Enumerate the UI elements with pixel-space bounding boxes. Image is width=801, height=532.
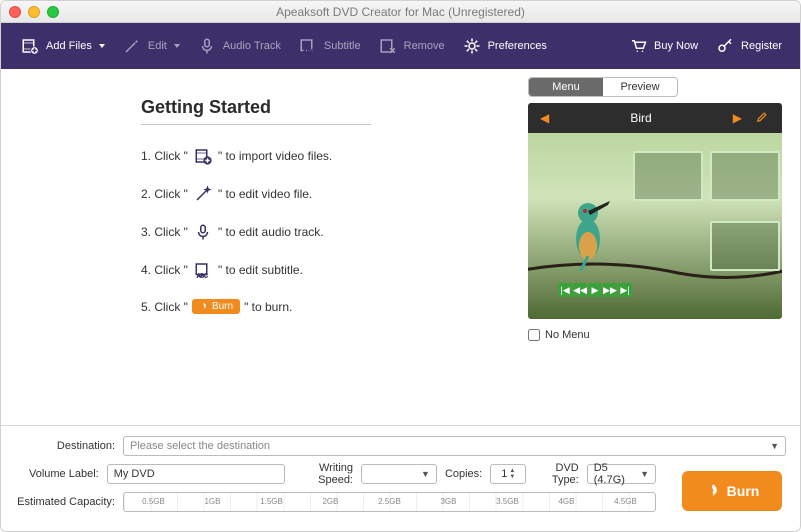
- filmstrip-add-icon: [19, 37, 41, 55]
- add-files-button[interactable]: Add Files: [11, 31, 113, 61]
- burn-button-label: Burn: [727, 483, 760, 499]
- audio-track-label: Audio Track: [223, 40, 281, 52]
- tab-menu[interactable]: Menu: [529, 78, 603, 96]
- filmstrip-remove-icon: [377, 37, 399, 55]
- volume-label-value: My DVD: [114, 468, 155, 480]
- burn-pill-icon: Burn: [192, 299, 240, 314]
- menu-thumb-2: [710, 151, 780, 201]
- burn-button[interactable]: Burn: [682, 471, 782, 511]
- filmstrip-add-icon: [192, 147, 214, 165]
- magic-wand-icon: [192, 185, 214, 203]
- microphone-icon: [192, 223, 214, 241]
- titlebar: Apeaksoft DVD Creator for Mac (Unregiste…: [1, 1, 800, 23]
- chevron-down-icon: ▼: [770, 441, 779, 451]
- volume-label-label: Volume Label:: [15, 468, 99, 480]
- subtitle-icon: ABC: [297, 37, 319, 55]
- spinner-icon[interactable]: ▲▼: [509, 468, 515, 480]
- tab-preview[interactable]: Preview: [603, 78, 677, 96]
- remove-button[interactable]: Remove: [369, 31, 453, 61]
- key-icon: [714, 37, 736, 55]
- remove-label: Remove: [404, 40, 445, 52]
- chevron-down-icon: [174, 44, 180, 48]
- subtitle-icon: ABC: [192, 261, 214, 279]
- writing-speed-label: Writing Speed:: [293, 462, 353, 486]
- getting-started-heading: Getting Started: [141, 97, 528, 118]
- toolbar: Add Files Edit Audio Track ABC Subtitle: [1, 23, 800, 69]
- bottom-form: Destination: Please select the destinati…: [1, 425, 800, 530]
- preview-tabs: Menu Preview: [528, 77, 678, 97]
- step-3: 3. Click " " to edit audio track.: [141, 223, 528, 241]
- svg-text:ABC: ABC: [303, 50, 316, 56]
- microphone-icon: [196, 37, 218, 55]
- divider: [141, 124, 371, 125]
- estimated-capacity-label: Estimated Capacity:: [15, 496, 115, 508]
- flame-icon: [705, 483, 721, 499]
- add-files-label: Add Files: [46, 40, 92, 52]
- cart-icon: [627, 37, 649, 55]
- next-template-button[interactable]: ▶: [733, 111, 742, 125]
- edit-template-button[interactable]: [756, 109, 770, 128]
- buy-now-label: Buy Now: [654, 40, 698, 52]
- playback-controls-graphic: |◀◀◀▶▶▶▶|: [558, 283, 632, 297]
- no-menu-input[interactable]: [528, 329, 540, 341]
- menu-thumb-3: [710, 221, 780, 271]
- chevron-down-icon: ▼: [640, 469, 649, 479]
- step-1: 1. Click " " to import video files.: [141, 147, 528, 165]
- register-label: Register: [741, 40, 782, 52]
- svg-text:ABC: ABC: [197, 274, 208, 280]
- capacity-ruler: 0.5GB 1GB 1.5GB 2GB 2.5GB 3GB 3.5GB 4GB …: [123, 492, 656, 512]
- copies-label: Copies:: [445, 468, 482, 480]
- preferences-button[interactable]: Preferences: [453, 31, 555, 61]
- audio-track-button[interactable]: Audio Track: [188, 31, 289, 61]
- preferences-label: Preferences: [488, 40, 547, 52]
- preview-panel: Menu Preview ◀ Bird ▶: [528, 69, 800, 425]
- subtitle-button[interactable]: ABC Subtitle: [289, 31, 369, 61]
- copies-stepper[interactable]: 1 ▲▼: [490, 464, 526, 484]
- writing-speed-select[interactable]: ▼: [361, 464, 437, 484]
- preview-header: ◀ Bird ▶: [528, 103, 782, 133]
- magic-wand-icon: [121, 37, 143, 55]
- template-title: Bird: [630, 111, 651, 125]
- buy-now-button[interactable]: Buy Now: [619, 31, 706, 61]
- edit-button[interactable]: Edit: [113, 31, 188, 61]
- getting-started-panel: Getting Started 1. Click " " to import v…: [1, 69, 528, 425]
- chevron-down-icon: ▼: [421, 469, 430, 479]
- register-button[interactable]: Register: [706, 31, 790, 61]
- chevron-down-icon: [99, 44, 105, 48]
- menu-preview: |◀◀◀▶▶▶▶|: [528, 133, 782, 319]
- window-title: Apeaksoft DVD Creator for Mac (Unregiste…: [1, 5, 800, 19]
- destination-select[interactable]: Please select the destination ▼: [123, 436, 786, 456]
- step-4: 4. Click " ABC " to edit subtitle.: [141, 261, 528, 279]
- step-2: 2. Click " " to edit video file.: [141, 185, 528, 203]
- gear-icon: [461, 37, 483, 55]
- subtitle-label: Subtitle: [324, 40, 361, 52]
- menu-thumb-1: [633, 151, 703, 201]
- volume-label-input[interactable]: My DVD: [107, 464, 285, 484]
- destination-value: Please select the destination: [130, 440, 270, 452]
- bird-graphic: [558, 191, 618, 271]
- dvd-type-value: D5 (4.7G): [594, 462, 640, 486]
- dvd-type-select[interactable]: D5 (4.7G) ▼: [587, 464, 656, 484]
- dvd-type-label: DVD Type:: [534, 462, 578, 486]
- no-menu-label: No Menu: [545, 329, 590, 341]
- step-5: 5. Click " Burn " to burn.: [141, 299, 528, 314]
- no-menu-checkbox[interactable]: No Menu: [528, 329, 782, 341]
- prev-template-button[interactable]: ◀: [540, 111, 549, 125]
- edit-label: Edit: [148, 40, 167, 52]
- destination-label: Destination:: [15, 440, 115, 452]
- copies-value: 1: [501, 468, 507, 480]
